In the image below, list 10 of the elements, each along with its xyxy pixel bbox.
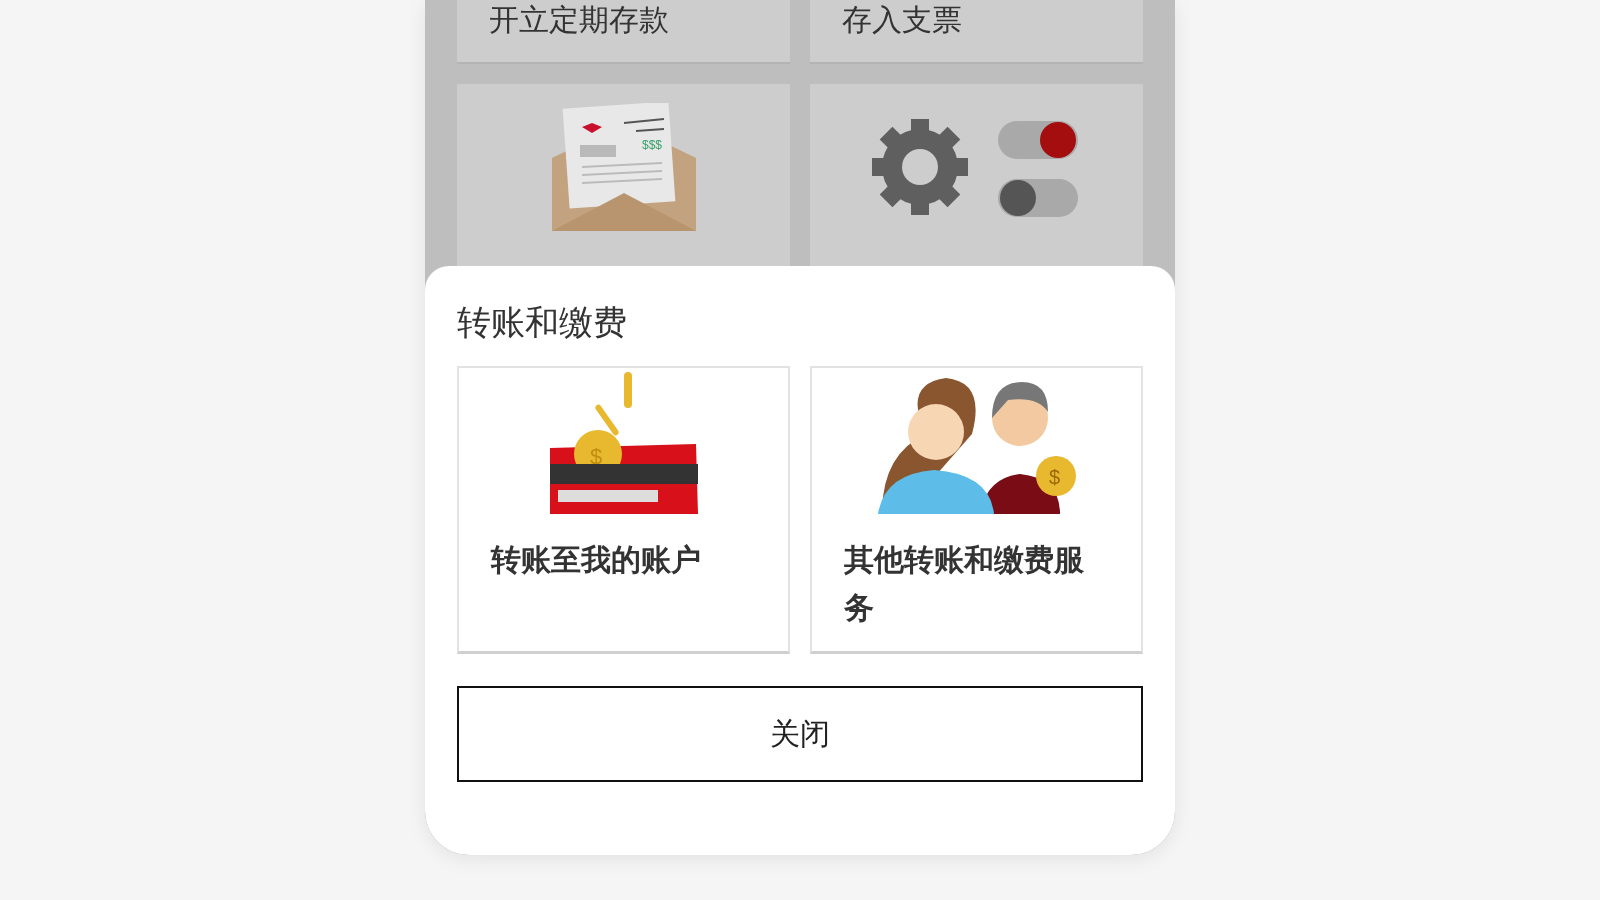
- sheet-title: 转账和缴费: [457, 302, 628, 342]
- option-card[interactable]: $ 其他转账和缴费服务: [810, 366, 1143, 654]
- option-card[interactable]: $ 转账至我的账户: [457, 366, 790, 654]
- menu-tile[interactable]: 存入支票: [810, 0, 1143, 64]
- menu-tile[interactable]: 开立定期存款: [457, 0, 790, 64]
- option-label: 其他转账和缴费服务: [843, 541, 1085, 627]
- tile-label: 存入支票: [842, 2, 963, 38]
- tile-label: 开立定期存款: [489, 2, 670, 38]
- option-label: 转账至我的账户: [489, 541, 702, 579]
- close-button[interactable]: 关闭: [457, 686, 1143, 782]
